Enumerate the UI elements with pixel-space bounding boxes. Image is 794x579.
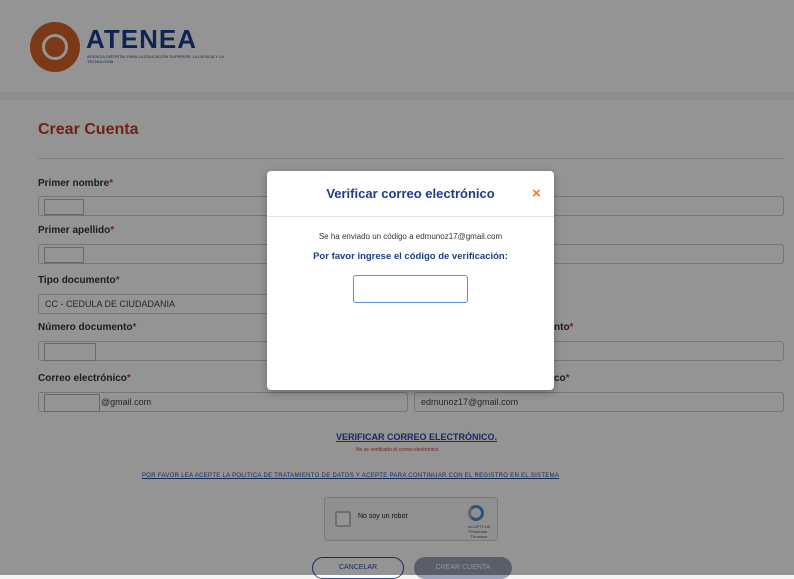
verification-code-input[interactable] — [353, 275, 468, 303]
verify-email-dialog: Verificar correo electrónico × Se ha env… — [267, 171, 554, 390]
code-sent-message: Se ha enviado un código a edmunoz17@gmai… — [318, 232, 503, 241]
dialog-title: Verificar correo electrónico — [326, 186, 495, 201]
close-icon[interactable]: × — [532, 185, 541, 202]
code-prompt: Por favor ingrese el código de verificac… — [313, 251, 508, 262]
dialog-divider — [267, 216, 554, 217]
